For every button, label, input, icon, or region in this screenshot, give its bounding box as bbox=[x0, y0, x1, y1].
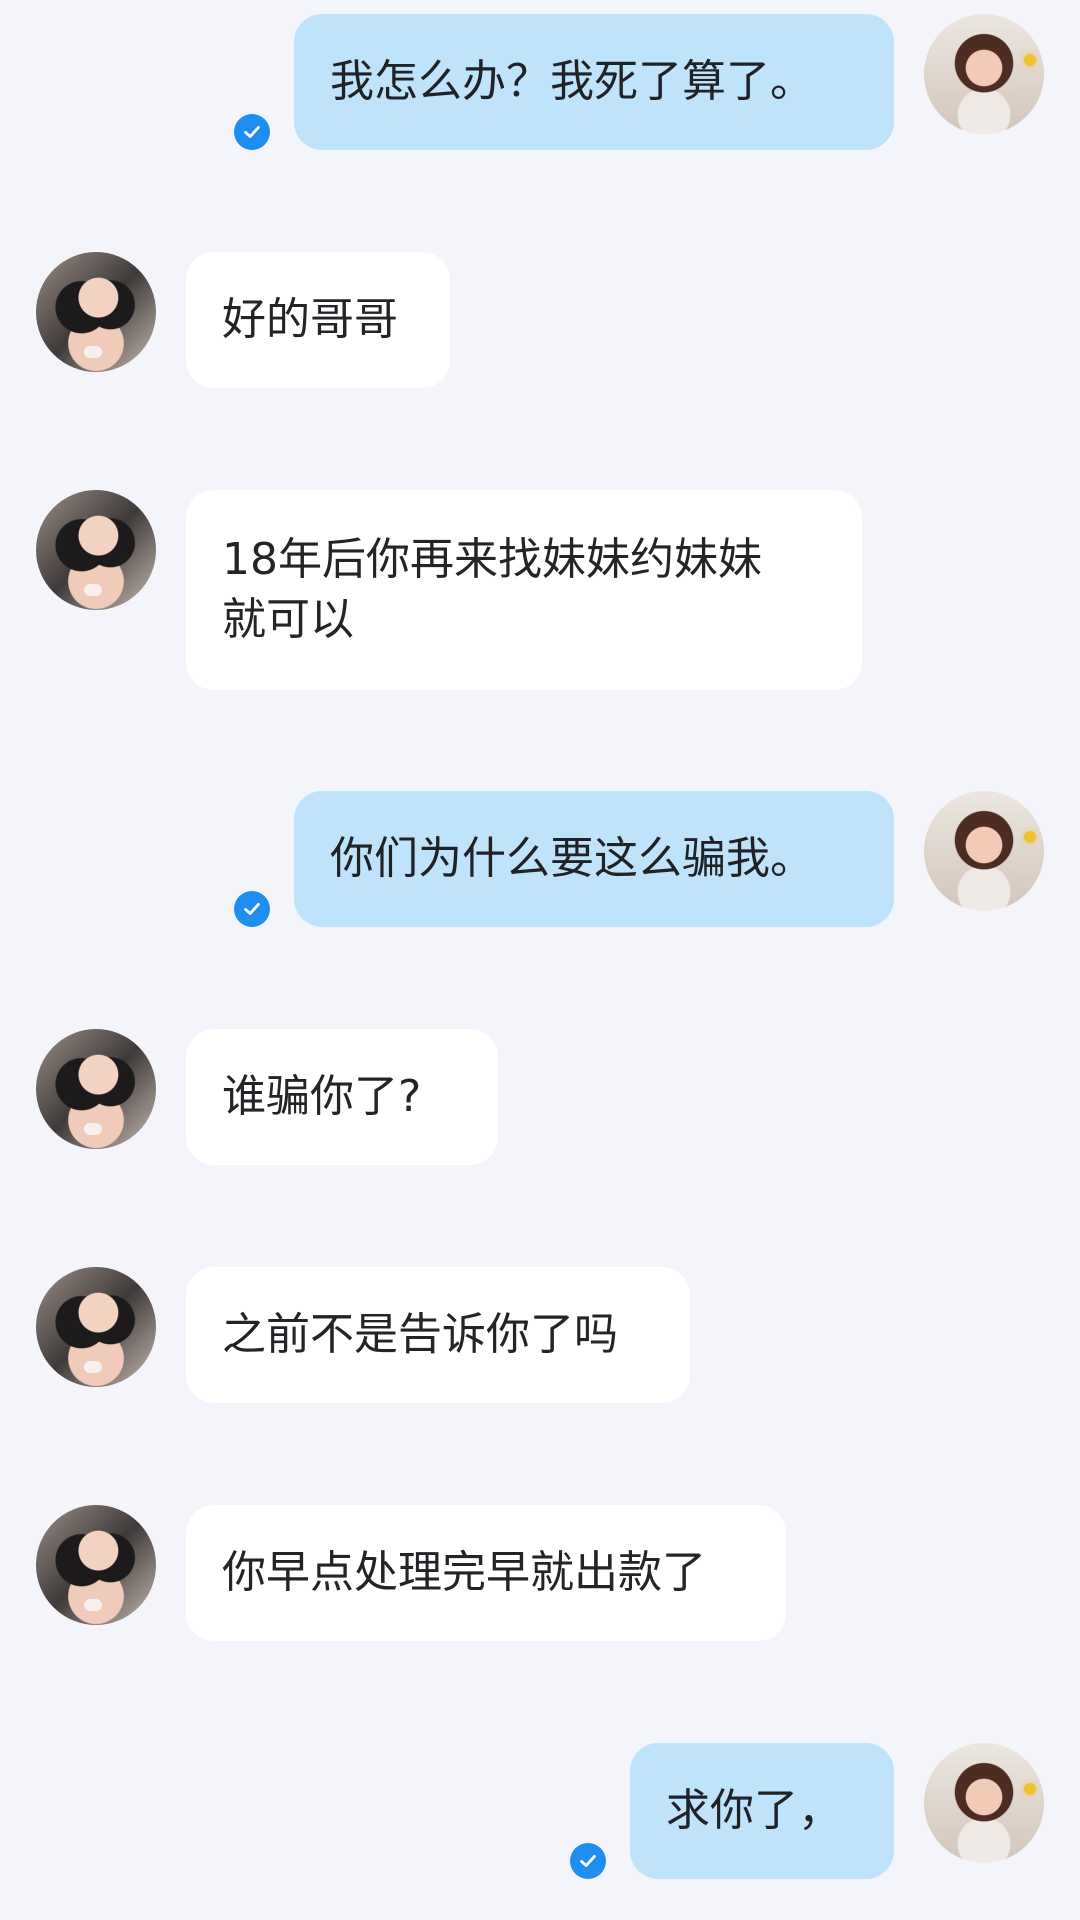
received-message-bubble[interactable]: 好的哥哥 bbox=[186, 252, 450, 388]
message-text: 18年后你再来找妹妹约妹妹 就可以 bbox=[222, 534, 762, 645]
contact-avatar[interactable] bbox=[36, 252, 156, 372]
message-text: 之前不是告诉你了吗 bbox=[222, 1309, 618, 1360]
contact-avatar[interactable] bbox=[36, 1029, 156, 1149]
contact-avatar[interactable] bbox=[36, 1267, 156, 1387]
my-avatar[interactable] bbox=[924, 14, 1044, 134]
message-text: 谁骗你了? bbox=[222, 1071, 422, 1122]
chat-screen: 我怎么办？我死了算了。 好的哥哥 18年后你再来找妹妹约妹妹 就可以 你们为什么… bbox=[0, 0, 1080, 1920]
contact-avatar[interactable] bbox=[36, 490, 156, 610]
received-message-bubble[interactable]: 你早点处理完早就出款了 bbox=[186, 1505, 786, 1641]
read-receipt-check-icon bbox=[570, 1843, 606, 1879]
read-receipt-check-icon bbox=[234, 891, 270, 927]
contact-avatar[interactable] bbox=[36, 1505, 156, 1625]
read-receipt-check-icon bbox=[234, 114, 270, 150]
received-message-bubble[interactable]: 之前不是告诉你了吗 bbox=[186, 1267, 690, 1403]
sent-message-bubble[interactable]: 求你了， bbox=[630, 1743, 894, 1879]
my-avatar[interactable] bbox=[924, 791, 1044, 911]
sent-message-bubble[interactable]: 你们为什么要这么骗我。 bbox=[294, 791, 894, 927]
sent-message-bubble[interactable]: 我怎么办？我死了算了。 bbox=[294, 14, 894, 150]
message-text: 求你了， bbox=[666, 1785, 842, 1836]
message-text: 你早点处理完早就出款了 bbox=[222, 1547, 706, 1598]
received-message-bubble[interactable]: 谁骗你了? bbox=[186, 1029, 498, 1165]
my-avatar[interactable] bbox=[924, 1743, 1044, 1863]
message-text: 你们为什么要这么骗我。 bbox=[330, 833, 814, 884]
received-message-bubble[interactable]: 18年后你再来找妹妹约妹妹 就可以 bbox=[186, 490, 862, 690]
message-text: 好的哥哥 bbox=[222, 294, 398, 345]
message-text: 我怎么办？我死了算了。 bbox=[330, 56, 814, 107]
